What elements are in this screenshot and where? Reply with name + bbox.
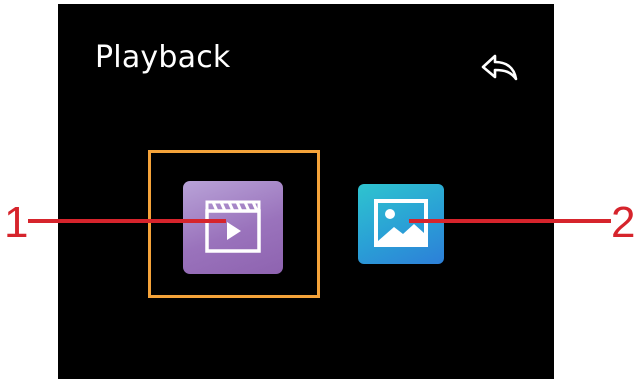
picture-icon <box>374 199 428 247</box>
page-title: Playback <box>95 40 231 75</box>
reply-arrow-icon <box>481 54 518 81</box>
back-button[interactable] <box>478 50 522 86</box>
callout-label-1: 1 <box>4 198 29 247</box>
photo-playback-button[interactable] <box>358 184 444 264</box>
callout-line-2 <box>409 219 611 223</box>
callout-line-1 <box>28 219 226 223</box>
manual-figure: Playback 1 2 <box>0 0 636 379</box>
video-playback-button[interactable] <box>183 181 283 274</box>
video-clapper-play-icon <box>205 200 261 253</box>
callout-label-2: 2 <box>611 198 636 247</box>
